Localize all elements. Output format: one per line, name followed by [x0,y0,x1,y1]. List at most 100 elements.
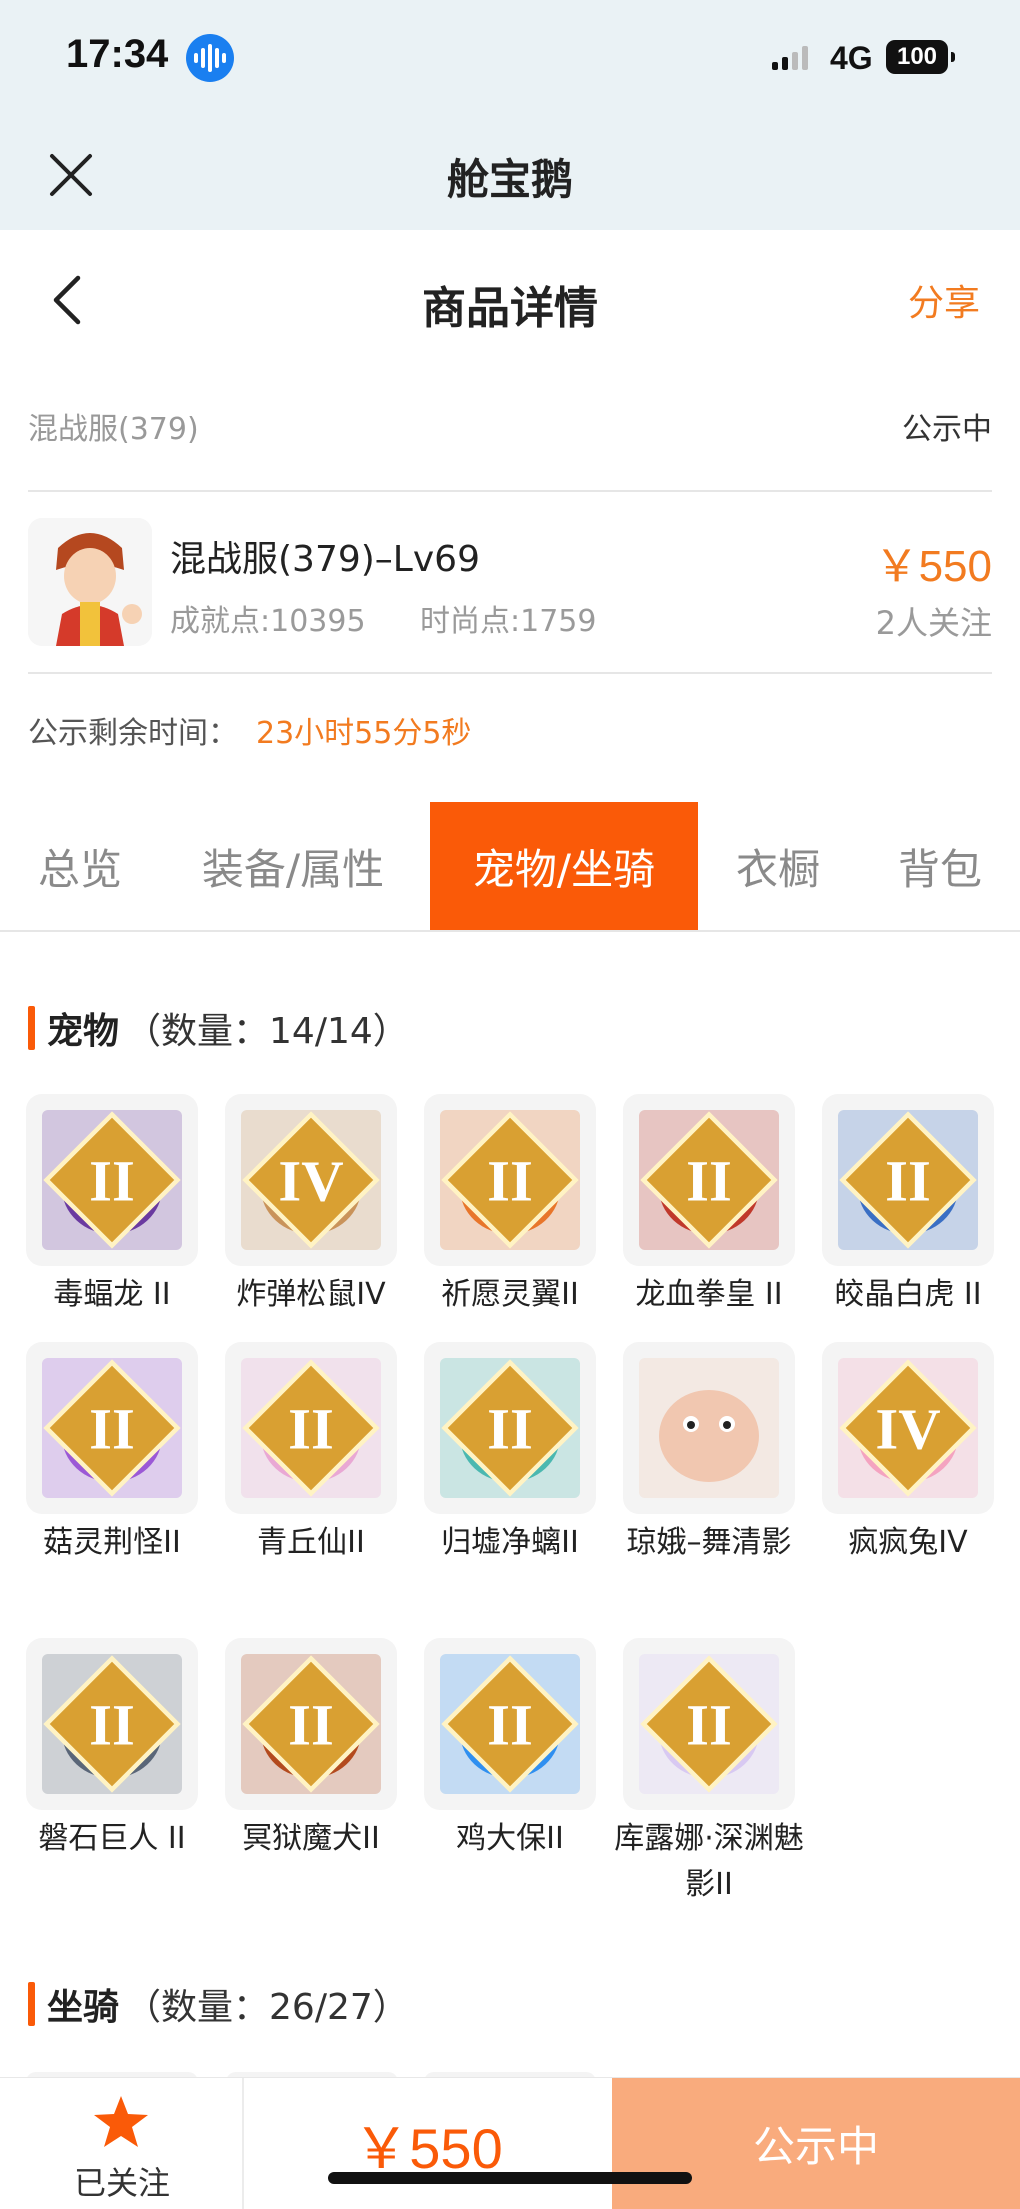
svg-text:II: II [89,1692,135,1757]
pet-item[interactable]: II 毒蝠龙 II [26,1094,198,1318]
network-type: 4G [830,40,873,76]
section-title: 宠物 [47,1011,120,1052]
tier-badge-icon: II [640,1655,778,1793]
app-title: 舱宝鹅 [446,155,573,204]
svg-text:IV: IV [278,1148,343,1213]
pet-name: 祈愿灵翼II [441,1277,579,1312]
server-name: 混战服(379) [28,412,199,447]
svg-text:II: II [89,1396,135,1461]
svg-text:II: II [288,1396,334,1461]
pet-item[interactable]: II 青丘仙II [225,1342,397,1566]
pet-thumbnail: II [225,1638,397,1810]
pet-item[interactable]: 琼娥–舞清影 [623,1342,795,1566]
app-header-area: 17:34 4G 100 舱宝鹅 [0,0,1020,230]
pet-item[interactable]: II 库露娜·深渊魅影II [614,1638,804,1908]
section-count: （数量：14/14） [125,1011,409,1052]
pet-item[interactable]: II 菇灵荆怪II [26,1342,198,1566]
achievement-points: 成就点:10395 [170,604,366,639]
section-accent-bar [28,1982,35,2026]
svg-text:II: II [686,1692,732,1757]
pet-thumbnail: II [623,1094,795,1266]
server-row: 混战服(379) 公示中 [28,404,992,448]
mounts-section-header: 坐骑 （数量：26/27） [28,1980,409,2028]
page-title: 商品详情 [422,283,598,334]
tier-badge-icon: II [441,1359,579,1497]
pet-item[interactable]: II 磐石巨人 II [26,1638,198,1862]
section-count: （数量：26/27） [125,1987,409,2028]
pet-name: 炸弹松鼠IV [236,1277,386,1312]
pet-name: 归墟净螭II [441,1525,579,1560]
tier-badge-icon: IV [242,1111,380,1249]
pet-thumbnail: II [424,1342,596,1514]
pet-item[interactable]: IV 炸弹松鼠IV [225,1094,397,1318]
pet-name: 琼娥–舞清影 [626,1525,792,1560]
svg-text:II: II [288,1692,334,1757]
timer-value: 23小时55分5秒 [256,716,472,751]
tier-badge-icon: IV [839,1359,977,1497]
pet-thumbnail: II [424,1094,596,1266]
star-icon [94,2096,148,2147]
section-title: 坐骑 [47,1987,120,2028]
listing-price: ￥550 [874,542,992,591]
svg-text:IV: IV [875,1396,940,1461]
timer-label: 公示剩余时间： [28,716,238,751]
pet-thumbnail: II [26,1342,198,1514]
share-button[interactable]: 分享 [908,274,980,326]
pet-name: 皎晶白虎 II [834,1277,982,1312]
pet-thumbnail: IV [822,1342,994,1514]
pet-thumbnail [623,1342,795,1514]
pet-item[interactable]: II 祈愿灵翼II [424,1094,596,1318]
tier-badge-icon: II [43,1111,181,1249]
fashion-points: 时尚点:1759 [420,604,597,639]
pet-item[interactable]: II 鸡大保II [424,1638,596,1862]
pet-thumbnail: II [225,1342,397,1514]
tab-equipment[interactable]: 装备/属性 [180,802,406,930]
svg-text:II: II [487,1148,533,1213]
pet-thumbnail: II [822,1094,994,1266]
character-name: 混战服(379)–Lv69 [170,539,480,580]
pet-item[interactable]: II 皎晶白虎 II [822,1094,994,1318]
divider [28,490,992,492]
pet-thumbnail: II [623,1638,795,1810]
pet-item[interactable]: IV 疯疯兔IV [822,1342,994,1566]
pets-section-header: 宠物 （数量：14/14） [28,1004,409,1052]
svg-text:II: II [487,1692,533,1757]
pet-name: 青丘仙II [257,1525,365,1560]
pet-thumbnail: II [424,1638,596,1810]
svg-text:II: II [885,1148,931,1213]
tab-pets-mounts[interactable]: 宠物/坐骑 [430,802,698,930]
character-avatar[interactable] [28,518,152,646]
status-time: 17:34 [66,32,169,76]
home-indicator [328,2172,692,2184]
tier-badge-icon: II [441,1111,579,1249]
status-button[interactable]: 公示中 [612,2078,1020,2209]
tab-wardrobe[interactable]: 衣橱 [710,802,846,930]
pet-thumbnail: II [26,1094,198,1266]
follower-count: 2人关注 [875,604,992,642]
follow-button[interactable]: 已关注 [0,2078,244,2209]
tier-badge-icon: II [43,1359,181,1497]
pet-name: 龙血拳皇 II [635,1277,783,1312]
pet-name: 库露娜·深渊魅影II [614,1821,804,1902]
tab-backpack[interactable]: 背包 [870,802,1010,930]
pet-item[interactable]: II 归墟净螭II [424,1342,596,1566]
tier-badge-icon: II [441,1655,579,1793]
cellular-signal-icon [772,46,808,70]
svg-text:II: II [487,1396,533,1461]
tier-badge-icon: II [839,1111,977,1249]
pet-item[interactable]: II 冥狱魔犬II [225,1638,397,1862]
detail-tabs: 总览 装备/属性 宠物/坐骑 衣橱 背包 [0,802,1020,932]
section-accent-bar [28,1006,35,1050]
pet-name: 鸡大保II [456,1821,564,1856]
bottom-action-bar: 已关注 ￥550 公示中 [0,2078,1020,2209]
tier-badge-icon: II [242,1359,380,1497]
divider [28,672,992,674]
pet-name: 冥狱魔犬II [242,1821,380,1856]
tab-overview[interactable]: 总览 [0,802,160,930]
follow-label: 已关注 [73,2164,170,2202]
voice-recording-icon [186,34,234,82]
listing-status: 公示中 [902,412,992,447]
pet-name: 疯疯兔IV [848,1525,968,1560]
pet-item[interactable]: II 龙血拳皇 II [623,1094,795,1318]
pet-thumbnail: IV [225,1094,397,1266]
